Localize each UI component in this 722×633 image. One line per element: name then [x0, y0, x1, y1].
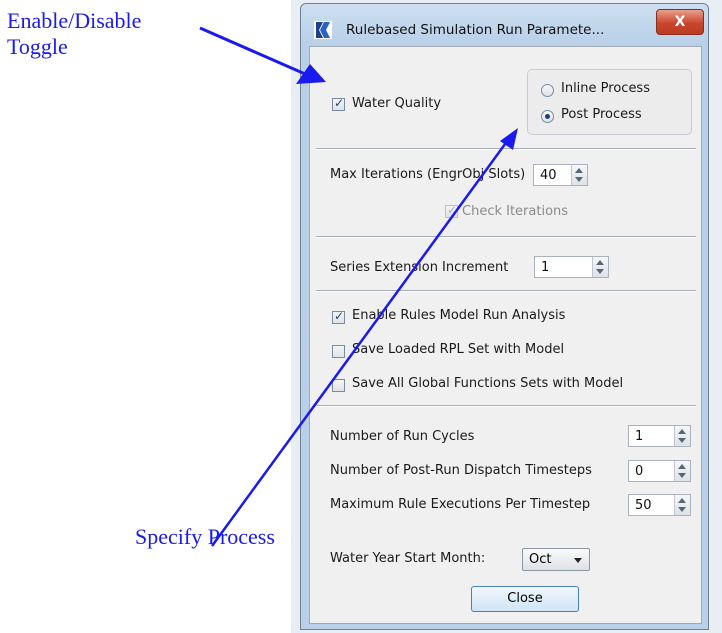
arrow-to-toggle: [199, 26, 326, 84]
annotation-arrows: [199, 26, 518, 547]
arrow-to-process: [210, 128, 518, 547]
